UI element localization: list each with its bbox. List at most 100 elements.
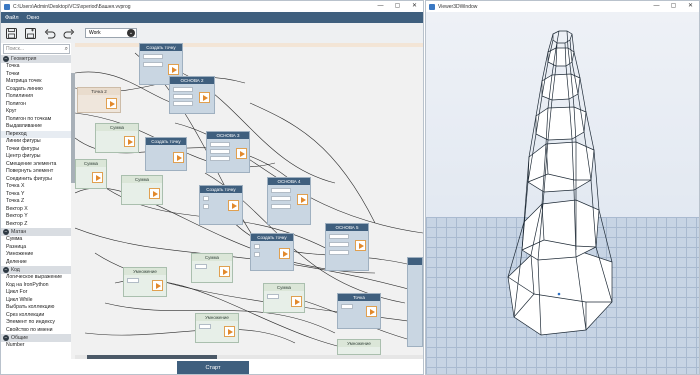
- node-osnova-5[interactable]: ОСНОВА 5: [325, 223, 369, 271]
- node-sum-4[interactable]: Сумма: [191, 253, 233, 283]
- node-input[interactable]: [195, 264, 207, 269]
- node-point-1[interactable]: Точка: [337, 293, 381, 329]
- library-item[interactable]: Полилиния: [1, 93, 72, 101]
- collapse-icon[interactable]: −: [3, 229, 9, 235]
- play-icon[interactable]: [355, 240, 366, 251]
- library-item[interactable]: Полигон по точкам: [1, 116, 72, 124]
- category-header[interactable]: − Общие: [1, 334, 72, 342]
- maximize-button[interactable]: ▢: [389, 1, 406, 12]
- collapse-icon[interactable]: −: [3, 267, 9, 273]
- library-item[interactable]: Полигон: [1, 101, 72, 109]
- play-icon[interactable]: [92, 172, 103, 183]
- library-item[interactable]: Точки: [1, 71, 72, 79]
- undo-button[interactable]: [43, 27, 56, 40]
- node-sum-3[interactable]: Сумма: [121, 175, 163, 205]
- library-item[interactable]: Соединить фигуры: [1, 176, 72, 184]
- library-item[interactable]: Круг: [1, 108, 72, 116]
- play-icon[interactable]: [279, 248, 290, 259]
- save-as-button[interactable]: [24, 27, 37, 40]
- library-item[interactable]: Сумма: [1, 236, 72, 244]
- play-icon[interactable]: [173, 152, 184, 163]
- library-item[interactable]: Вектор Y: [1, 213, 72, 221]
- maximize-button[interactable]: ▢: [665, 1, 682, 12]
- save-button[interactable]: [5, 27, 18, 40]
- library-item[interactable]: Повернуть элемент: [1, 168, 72, 176]
- library-item[interactable]: Переход: [1, 130, 72, 138]
- node-input[interactable]: [210, 156, 230, 161]
- node-input[interactable]: [254, 252, 260, 257]
- library-item[interactable]: Элемент по индексу: [1, 319, 72, 327]
- library-item[interactable]: Точка Z: [1, 198, 72, 206]
- node-input[interactable]: [271, 188, 291, 193]
- category-header[interactable]: − Код: [1, 266, 72, 274]
- node-osnova-4[interactable]: ОСНОВА 4: [267, 177, 311, 225]
- library-item[interactable]: Вектор X: [1, 206, 72, 214]
- play-icon[interactable]: [297, 194, 308, 205]
- node-input[interactable]: [271, 204, 291, 209]
- node-partial-right[interactable]: [407, 257, 423, 347]
- node-input[interactable]: [173, 101, 193, 106]
- library-item[interactable]: Умножение: [1, 251, 72, 259]
- node-input[interactable]: [143, 62, 163, 67]
- library-item[interactable]: Логическое выражение: [1, 274, 72, 282]
- play-icon[interactable]: [366, 306, 377, 317]
- play-icon[interactable]: [149, 188, 160, 199]
- node-input[interactable]: [173, 87, 193, 92]
- close-button[interactable]: ✕: [406, 1, 423, 12]
- node-create-point-3[interactable]: Создать точку: [199, 185, 243, 225]
- play-icon[interactable]: [228, 200, 239, 211]
- node-input[interactable]: [143, 54, 163, 59]
- library-item[interactable]: Код на IronPython: [1, 282, 72, 290]
- node-multiply-2[interactable]: Умножение: [195, 313, 239, 343]
- library-item[interactable]: Цикл For: [1, 289, 72, 297]
- play-icon[interactable]: [124, 136, 135, 147]
- node-input[interactable]: [254, 244, 260, 249]
- library-item[interactable]: Деление: [1, 259, 72, 267]
- node-input[interactable]: [341, 304, 353, 309]
- library-item[interactable]: Выдавливание: [1, 123, 72, 131]
- minimize-button[interactable]: —: [372, 1, 389, 12]
- node-input[interactable]: [210, 149, 230, 154]
- category-header[interactable]: − Матан: [1, 228, 72, 236]
- library-item[interactable]: Разница: [1, 244, 72, 252]
- close-button[interactable]: ✕: [682, 1, 699, 12]
- library-item[interactable]: Матрица точек: [1, 78, 72, 86]
- node-sum-1[interactable]: Сумма: [95, 123, 139, 153]
- library-item[interactable]: Свойство по имени: [1, 327, 72, 335]
- library-item[interactable]: Number: [1, 342, 72, 350]
- node-input[interactable]: [199, 324, 211, 329]
- minimize-button[interactable]: —: [648, 1, 665, 12]
- node-input[interactable]: [267, 294, 279, 299]
- library-item[interactable]: Точка: [1, 63, 72, 71]
- library-item[interactable]: Центр фигуры: [1, 153, 72, 161]
- node-input[interactable]: [210, 142, 230, 147]
- node-input[interactable]: [203, 204, 209, 209]
- library-item[interactable]: Точка Y: [1, 191, 72, 199]
- play-icon[interactable]: [168, 64, 179, 75]
- node-create-point-2[interactable]: Создать точку: [145, 137, 187, 171]
- library-item[interactable]: Линии фигуры: [1, 138, 72, 146]
- node-input[interactable]: [271, 196, 291, 201]
- node-sum-2[interactable]: Сумма: [75, 159, 107, 189]
- play-icon[interactable]: [236, 148, 247, 159]
- play-icon[interactable]: [219, 266, 230, 277]
- node-point-2[interactable]: Точка 2: [77, 87, 121, 113]
- library-item[interactable]: Цикл While: [1, 297, 72, 305]
- viewport-3d[interactable]: [426, 12, 699, 374]
- node-input[interactable]: [329, 242, 349, 247]
- library-item[interactable]: Точки фигуры: [1, 146, 72, 154]
- library-item[interactable]: Смещение элемента: [1, 161, 72, 169]
- search-input[interactable]: Поиск... ⌕: [3, 44, 70, 54]
- node-input[interactable]: [127, 278, 139, 283]
- library-item[interactable]: Вектор Z: [1, 221, 72, 229]
- node-input[interactable]: [329, 234, 349, 239]
- library-item[interactable]: Создать линию: [1, 86, 72, 94]
- category-header[interactable]: − Геометрия: [1, 55, 72, 63]
- play-icon[interactable]: [199, 92, 210, 103]
- library-item[interactable]: Срез коллекции: [1, 312, 72, 320]
- node-canvas[interactable]: Создать точку ОСНОВА 2 Точка 2 Сумма Соз…: [75, 43, 423, 355]
- start-button[interactable]: Старт: [177, 361, 249, 374]
- collapse-icon[interactable]: −: [3, 56, 9, 62]
- library-item[interactable]: Точка X: [1, 183, 72, 191]
- node-input[interactable]: [329, 250, 349, 255]
